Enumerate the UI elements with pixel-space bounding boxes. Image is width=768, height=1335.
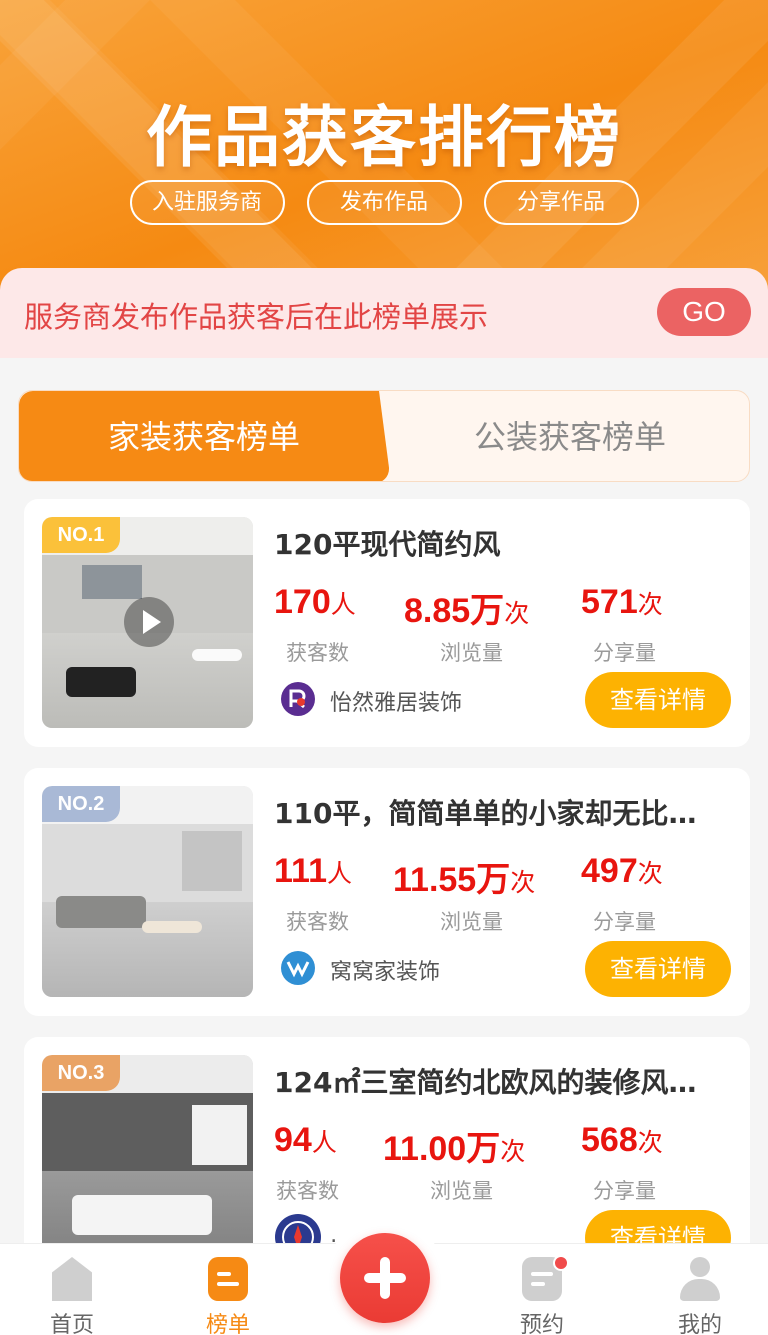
shares-unit: 次	[637, 859, 663, 888]
customers-label: 获客数	[286, 910, 349, 934]
profile-icon	[680, 1257, 720, 1301]
tab-home[interactable]: 首页	[27, 1257, 117, 1335]
banner-actions: 入驻服务商 发布作品 分享作品	[0, 180, 768, 225]
views-value: 8.85万	[404, 592, 505, 630]
views-stat: 11.55万次	[393, 852, 535, 901]
tab-mine-label: 我的	[677, 1313, 722, 1335]
company-logo-icon	[280, 950, 316, 986]
work-title[interactable]: 124㎡三室简约北欧风的装修风…	[274, 1061, 734, 1101]
shares-label: 分享量	[593, 641, 656, 665]
rank-badge: NO.1	[42, 517, 120, 553]
tab-ranking-label: 榜单	[205, 1313, 250, 1335]
work-thumbnail[interactable]: NO.2	[42, 786, 253, 997]
tab-home-label: 首页	[49, 1313, 94, 1335]
tab-booking-label: 预约	[519, 1313, 564, 1335]
views-label: 浏览量	[440, 641, 503, 665]
join-provider-button[interactable]: 入驻服务商	[129, 180, 285, 225]
ranking-card[interactable]: NO.2 110平，简简单单的小家却无比… 111人 获客数 11.55万次 浏…	[24, 768, 750, 1016]
publish-work-button[interactable]: 发布作品	[306, 180, 462, 225]
shares-value: 497	[581, 852, 638, 890]
ranking-tabs: 公装获客榜单 家装获客榜单	[18, 390, 750, 482]
shares-stat: 571次	[581, 583, 663, 622]
shares-stat: 568次	[581, 1121, 663, 1160]
shares-stat: 497次	[581, 852, 663, 891]
view-details-button[interactable]: 查看详情	[585, 941, 731, 997]
tab-mine[interactable]: 我的	[655, 1257, 745, 1335]
add-button[interactable]	[340, 1233, 430, 1323]
home-icon	[52, 1257, 92, 1301]
views-value: 11.55万	[393, 861, 511, 899]
customers-stat: 94人	[274, 1121, 337, 1160]
banner-title: 作品获客排行榜	[146, 99, 622, 176]
views-stat: 8.85万次	[404, 583, 529, 632]
views-value: 11.00万	[383, 1130, 501, 1168]
views-unit: 次	[510, 868, 536, 897]
shares-value: 571	[581, 583, 638, 621]
rank-badge: NO.2	[42, 786, 120, 822]
customers-value: 94	[274, 1121, 312, 1159]
customers-unit: 人	[330, 590, 356, 619]
views-label: 浏览量	[440, 910, 503, 934]
tab-commercial[interactable]: 公装获客榜单	[389, 391, 749, 481]
ranking-icon	[208, 1257, 248, 1301]
company-name[interactable]: 窝窝家装饰	[330, 954, 440, 986]
work-title[interactable]: 120平现代简约风	[274, 523, 734, 563]
customers-stat: 111人	[274, 852, 352, 891]
work-title[interactable]: 110平，简简单单的小家却无比…	[274, 792, 734, 832]
shares-unit: 次	[637, 590, 663, 619]
tab-home-decoration[interactable]: 家装获客榜单	[19, 391, 389, 481]
shares-unit: 次	[637, 1128, 663, 1157]
notification-dot	[553, 1255, 569, 1271]
banner: 作品获客排行榜 入驻服务商 发布作品 分享作品	[0, 0, 768, 290]
play-icon[interactable]	[124, 597, 174, 647]
views-unit: 次	[504, 599, 530, 628]
rank-badge: NO.3	[42, 1055, 120, 1091]
ranking-card[interactable]: NO.1 120平现代简约风 170人 获客数 8.85万次 浏览量 571次 …	[24, 499, 750, 747]
views-label: 浏览量	[430, 1179, 493, 1203]
work-thumbnail[interactable]: NO.3	[42, 1055, 253, 1266]
tab-ranking[interactable]: 榜单	[183, 1257, 273, 1335]
customers-value: 170	[274, 583, 331, 621]
views-stat: 11.00万次	[383, 1121, 525, 1170]
customers-value: 111	[274, 852, 327, 890]
customers-stat: 170人	[274, 583, 356, 622]
company-name[interactable]: 怡然雅居装饰	[330, 685, 462, 717]
share-work-button[interactable]: 分享作品	[483, 180, 639, 225]
shares-label: 分享量	[593, 1179, 656, 1203]
views-unit: 次	[500, 1137, 526, 1166]
customers-label: 获客数	[276, 1179, 339, 1203]
work-thumbnail[interactable]: NO.1	[42, 517, 253, 728]
go-button[interactable]: GO	[657, 288, 751, 336]
view-details-button[interactable]: 查看详情	[585, 672, 731, 728]
notice-text: 服务商发布作品获客后在此榜单展示	[24, 300, 489, 334]
tab-booking[interactable]: 预约	[497, 1257, 587, 1335]
company-logo-icon	[280, 681, 316, 717]
customers-unit: 人	[311, 1128, 337, 1157]
customers-unit: 人	[326, 859, 352, 888]
shares-value: 568	[581, 1121, 638, 1159]
shares-label: 分享量	[593, 910, 656, 934]
notice-bar: 服务商发布作品获客后在此榜单展示	[0, 268, 768, 358]
customers-label: 获客数	[286, 641, 349, 665]
